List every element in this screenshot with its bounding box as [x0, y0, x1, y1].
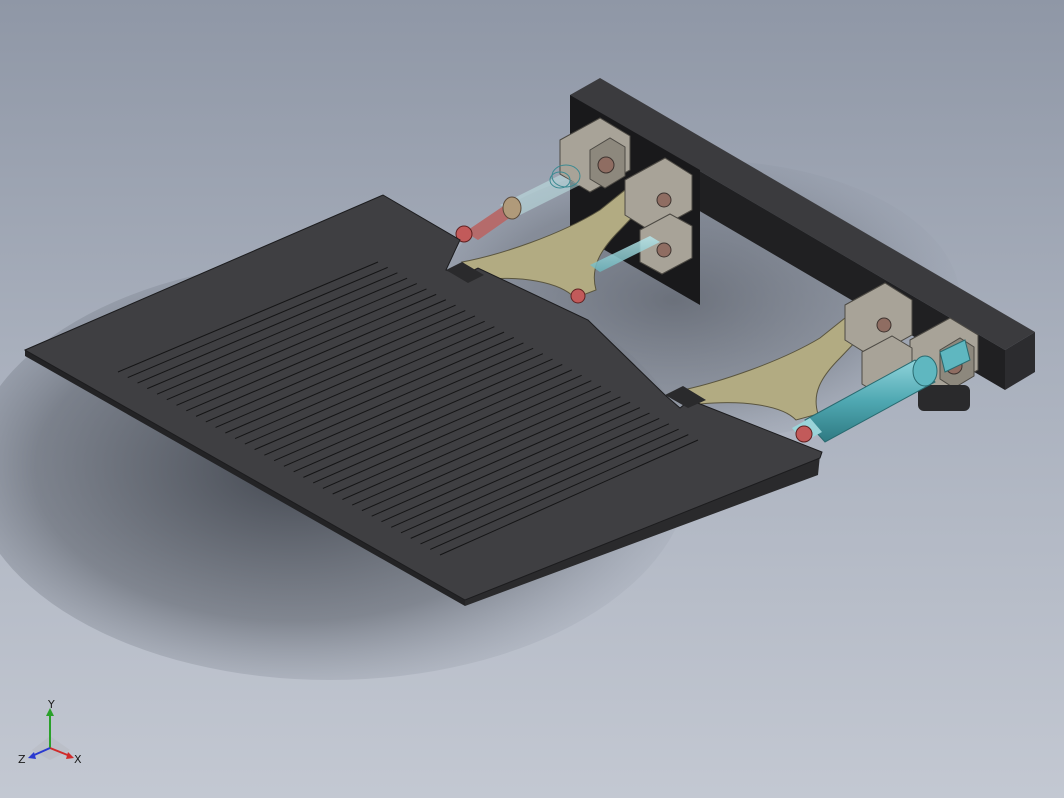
triad-z-label: Z [18, 753, 26, 766]
assembly-model[interactable] [0, 0, 1064, 798]
triad-x-label: X [74, 753, 82, 766]
triad-z-arrow-icon [28, 752, 36, 759]
triad-x-arrow-icon [66, 752, 74, 759]
3d-graphics-viewport[interactable]: Y X Z [0, 0, 1064, 798]
triad-y-label: Y [47, 700, 55, 711]
view-orientation-triad[interactable]: Y X Z [14, 700, 94, 780]
